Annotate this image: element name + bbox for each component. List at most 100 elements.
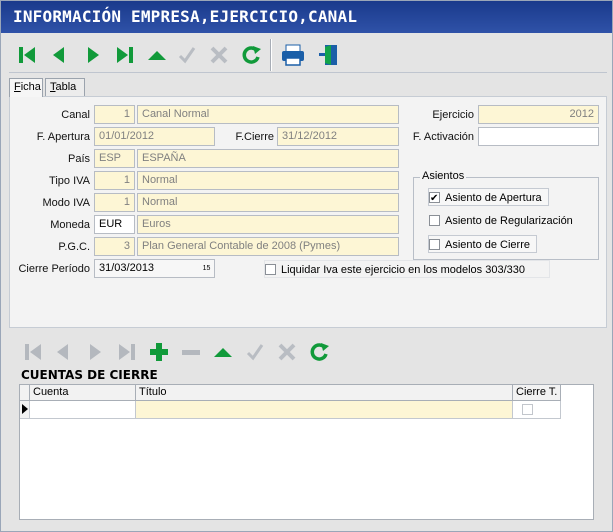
cancel-button[interactable] bbox=[205, 41, 233, 69]
cierre-periodo-value: 31/03/2013 bbox=[99, 262, 155, 274]
prev-icon bbox=[48, 44, 70, 66]
cell-titulo[interactable] bbox=[136, 401, 513, 419]
cuentas-cierre-title: CUENTAS DE CIERRE bbox=[21, 368, 158, 382]
cuentas-section: CUENTAS DE CIERRE Cuenta Título Cierre T… bbox=[9, 328, 607, 526]
cell-cuenta[interactable] bbox=[30, 401, 136, 419]
print-icon bbox=[280, 43, 306, 67]
grid-first-button[interactable] bbox=[19, 338, 47, 366]
cierre-label: F.Cierre bbox=[235, 131, 274, 143]
asiento-cierre-checkbox-box[interactable] bbox=[429, 239, 440, 250]
grid-add-button[interactable] bbox=[145, 338, 173, 366]
cierre-t-checkbox[interactable] bbox=[522, 404, 533, 415]
row-indicator[interactable] bbox=[20, 401, 30, 419]
modo-iva-name-field: Normal bbox=[137, 193, 399, 212]
grid-last-button[interactable] bbox=[113, 338, 141, 366]
asiento-apertura-checkbox-box[interactable] bbox=[429, 190, 440, 208]
modo-iva-code-field[interactable]: 1 bbox=[94, 193, 135, 212]
pais-code-field[interactable]: ESP bbox=[94, 149, 135, 168]
cierre-periodo-label: Cierre Período bbox=[18, 263, 90, 275]
row-selector-header bbox=[20, 385, 30, 401]
cierre-date-field[interactable]: 31/12/2012 bbox=[277, 127, 399, 146]
grid-up-button[interactable] bbox=[209, 338, 237, 366]
cancel-icon bbox=[276, 341, 298, 363]
asiento-cierre-checkbox[interactable]: Asiento de Cierre bbox=[428, 235, 537, 253]
previous-record-button[interactable] bbox=[45, 41, 73, 69]
refresh-icon bbox=[307, 340, 331, 364]
tab-tabla[interactable]: Tabla bbox=[45, 78, 85, 96]
exit-door-icon bbox=[316, 43, 342, 67]
column-header-titulo[interactable]: Título bbox=[136, 385, 513, 401]
move-up-button[interactable] bbox=[143, 41, 171, 69]
asiento-regularizacion-checkbox-box[interactable] bbox=[429, 215, 440, 226]
asiento-regularizacion-checkbox[interactable]: Asiento de Regularización bbox=[428, 211, 580, 229]
column-header-cierre-t[interactable]: Cierre T. bbox=[513, 385, 561, 401]
cell-cierre-t[interactable] bbox=[513, 401, 561, 419]
asiento-apertura-checkbox[interactable]: Asiento de Apertura bbox=[428, 188, 549, 208]
confirm-button[interactable] bbox=[173, 41, 201, 69]
calendar-icon[interactable]: 15 bbox=[201, 262, 212, 275]
cuentas-cierre-grid: Cuenta Título Cierre T. bbox=[19, 384, 594, 520]
tipo-iva-label: Tipo IVA bbox=[49, 175, 90, 187]
canal-label: Canal bbox=[61, 109, 90, 121]
next-icon bbox=[82, 44, 104, 66]
grid-next-button[interactable] bbox=[81, 338, 109, 366]
last-record-button[interactable] bbox=[111, 41, 139, 69]
up-icon bbox=[212, 341, 234, 363]
pais-label: País bbox=[67, 153, 90, 165]
add-icon bbox=[148, 341, 170, 363]
next-record-button[interactable] bbox=[79, 41, 107, 69]
main-window: INFORMACIÓN EMPRESA,EJERCICIO,CANAL Fich… bbox=[0, 0, 613, 532]
grid-cancel-button[interactable] bbox=[273, 338, 301, 366]
apertura-date-field[interactable]: 01/01/2012 bbox=[94, 127, 215, 146]
moneda-label: Moneda bbox=[50, 219, 90, 231]
canal-name-field: Canal Normal bbox=[137, 105, 399, 124]
tipo-iva-code-field[interactable]: 1 bbox=[94, 171, 135, 190]
apertura-label: F. Apertura bbox=[36, 131, 90, 143]
toolbar-separator bbox=[270, 39, 272, 71]
last-icon bbox=[116, 341, 138, 363]
ejercicio-field[interactable]: 2012 bbox=[478, 105, 599, 124]
print-button[interactable] bbox=[279, 41, 307, 69]
remove-icon bbox=[180, 341, 202, 363]
tipo-iva-name-field: Normal bbox=[137, 171, 399, 190]
up-icon bbox=[146, 44, 168, 66]
modo-iva-label: Modo IVA bbox=[42, 197, 91, 209]
pgc-name-field: Plan General Contable de 2008 (Pymes) bbox=[137, 237, 399, 256]
prev-icon bbox=[52, 341, 74, 363]
window-title: INFORMACIÓN EMPRESA,EJERCICIO,CANAL bbox=[1, 1, 612, 33]
grid-prev-button[interactable] bbox=[49, 338, 77, 366]
activacion-date-field[interactable] bbox=[478, 127, 599, 146]
refresh-button[interactable] bbox=[237, 41, 265, 69]
grid-toolbar bbox=[19, 334, 339, 366]
activacion-label: F. Activación bbox=[412, 131, 474, 143]
moneda-code-field[interactable]: EUR bbox=[94, 215, 135, 234]
canal-code-field[interactable]: 1 bbox=[94, 105, 135, 124]
asientos-title: Asientos bbox=[420, 170, 467, 182]
moneda-name-field: Euros bbox=[137, 215, 399, 234]
cierre-periodo-date-field[interactable]: 31/03/2013 15 bbox=[94, 259, 215, 278]
top-toolbar bbox=[9, 37, 607, 73]
cancel-icon bbox=[208, 44, 230, 66]
check-icon bbox=[244, 341, 266, 363]
exit-button[interactable] bbox=[315, 41, 343, 69]
column-header-cuenta[interactable]: Cuenta bbox=[30, 385, 136, 401]
grid-remove-button[interactable] bbox=[177, 338, 205, 366]
pgc-label: P.G.C. bbox=[58, 241, 90, 253]
grid-refresh-button[interactable] bbox=[305, 338, 333, 366]
next-icon bbox=[84, 341, 106, 363]
check-icon bbox=[176, 44, 198, 66]
first-icon bbox=[22, 341, 44, 363]
liquidar-iva-checkbox[interactable]: Liquidar Iva este ejercicio en los model… bbox=[264, 260, 550, 278]
grid-confirm-button[interactable] bbox=[241, 338, 269, 366]
liquidar-iva-checkbox-box[interactable] bbox=[265, 264, 276, 275]
refresh-icon bbox=[239, 43, 263, 67]
last-icon bbox=[114, 44, 136, 66]
asientos-group: Asientos Asiento de Apertura Asiento de … bbox=[413, 170, 599, 260]
first-record-button[interactable] bbox=[13, 41, 41, 69]
pgc-code-field[interactable]: 3 bbox=[94, 237, 135, 256]
tab-ficha[interactable]: Ficha bbox=[9, 78, 43, 97]
first-icon bbox=[16, 44, 38, 66]
pais-name-field: ESPAÑA bbox=[137, 149, 399, 168]
ejercicio-label: Ejercicio bbox=[432, 109, 474, 121]
ficha-panel: Canal 1 Canal Normal F. Apertura 01/01/2… bbox=[9, 96, 607, 379]
